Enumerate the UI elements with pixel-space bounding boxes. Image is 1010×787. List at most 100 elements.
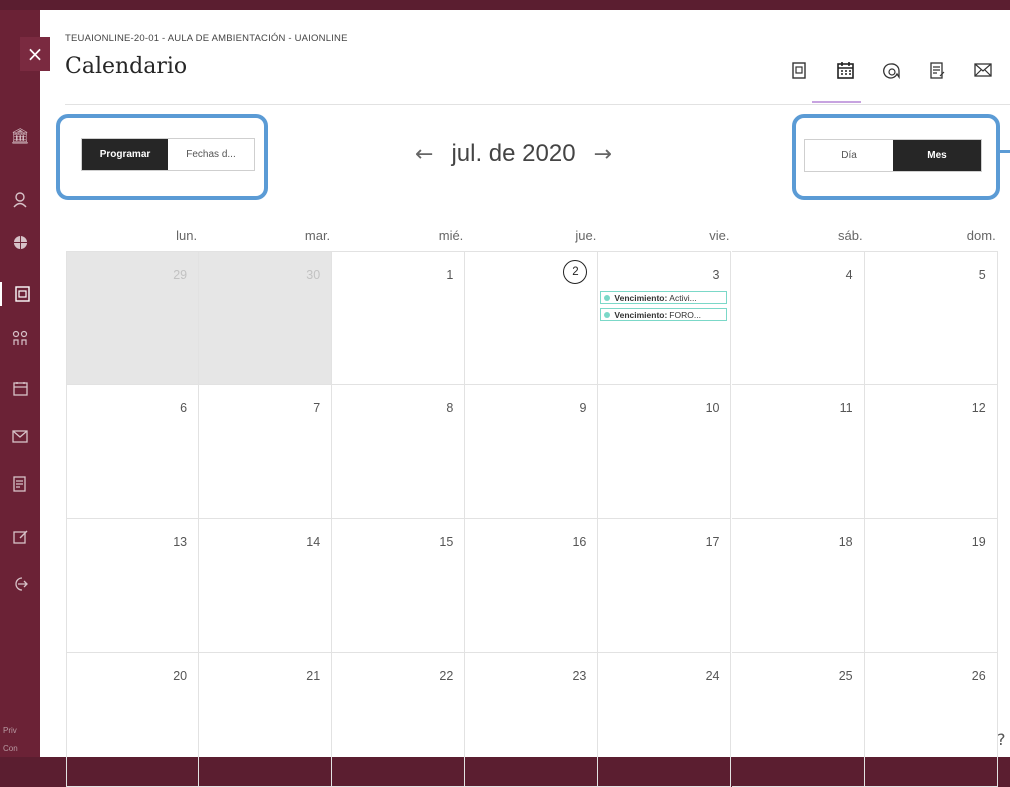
day-cell[interactable]: 22 xyxy=(332,653,466,787)
top-bar xyxy=(0,0,1010,10)
course-tools xyxy=(776,58,1006,82)
day-cell[interactable]: 1 xyxy=(332,251,466,385)
day-cell[interactable]: 19 xyxy=(864,519,998,653)
period-toggle: Día Mes xyxy=(804,139,982,172)
day-cell[interactable]: 17 xyxy=(598,519,732,653)
weekday-label: lun. xyxy=(176,228,198,243)
sign-out-icon[interactable] xyxy=(0,572,40,596)
schedule-option[interactable]: Programar xyxy=(82,139,168,170)
day-cell[interactable]: 11 xyxy=(731,385,865,519)
day-number: 23 xyxy=(572,669,587,683)
terms-link[interactable]: Con xyxy=(3,744,18,753)
institution-icon[interactable]: 🏛 xyxy=(0,124,40,148)
event-prefix: Vencimiento: xyxy=(614,292,668,303)
day-number: 30 xyxy=(306,268,321,282)
weekday-label: sáb. xyxy=(838,228,863,243)
grades-icon[interactable] xyxy=(0,472,40,496)
month-option[interactable]: Mes xyxy=(893,140,981,171)
day-cell[interactable]: 13 xyxy=(66,519,200,653)
day-number: 1 xyxy=(446,268,454,282)
discussions-icon[interactable] xyxy=(868,58,914,82)
calendar-event[interactable]: Vencimiento: Activi... xyxy=(600,291,728,304)
day-cell[interactable]: 23 xyxy=(465,653,599,787)
day-number: 8 xyxy=(446,401,454,415)
left-navigation: 🏛 Priv Con xyxy=(0,10,40,757)
calendar-panel: TEUAIONLINE-20-01 - AULA DE AMBIENTACIÓN… xyxy=(40,10,1010,787)
day-number: 12 xyxy=(971,401,986,415)
day-number: 21 xyxy=(306,669,321,683)
messages-icon[interactable] xyxy=(0,424,40,448)
day-number: 20 xyxy=(173,669,188,683)
close-button[interactable]: × xyxy=(20,37,50,71)
day-cell[interactable]: 7 xyxy=(199,385,333,519)
day-number: 10 xyxy=(705,401,720,415)
day-number: 24 xyxy=(705,669,720,683)
help-icon[interactable]: ? xyxy=(997,730,1006,749)
day-number: 13 xyxy=(173,535,188,549)
day-cell[interactable]: 29 xyxy=(66,251,200,385)
event-title: FORO... xyxy=(669,309,701,320)
weekday-label: jue. xyxy=(575,228,597,243)
calendar-event[interactable]: Vencimiento: FORO... xyxy=(600,308,728,321)
previous-month-button[interactable]: ← xyxy=(415,142,433,167)
active-tab-indicator xyxy=(812,101,861,103)
day-option[interactable]: Día xyxy=(805,140,893,171)
event-title: Activi... xyxy=(669,292,697,303)
organizations-icon[interactable] xyxy=(0,326,40,350)
courses-icon[interactable] xyxy=(0,282,42,306)
today-indicator: 2 xyxy=(563,260,588,284)
weekday-label: vie. xyxy=(709,228,730,243)
day-number: 3 xyxy=(712,268,720,282)
weekday-label: dom. xyxy=(966,228,996,243)
content-icon[interactable] xyxy=(776,58,822,82)
day-number: 4 xyxy=(845,268,853,282)
day-cell[interactable]: 3 Vencimiento: Activi... Vencimiento: FORO..… xyxy=(598,251,732,385)
user-icon[interactable] xyxy=(0,188,40,212)
course-name: TEUAIONLINE-20-01 - AULA DE AMBIENTACIÓN… xyxy=(65,33,348,44)
month-label: jul. de 2020 xyxy=(451,140,576,167)
day-number: 17 xyxy=(705,535,720,549)
day-number: 7 xyxy=(313,401,321,415)
day-number: 9 xyxy=(579,401,587,415)
day-cell[interactable]: 30 xyxy=(199,251,333,385)
next-month-button[interactable]: → xyxy=(594,142,612,167)
globe-icon[interactable] xyxy=(0,230,40,254)
day-cell[interactable]: 2 xyxy=(465,251,599,385)
day-cell[interactable]: 20 xyxy=(66,653,200,787)
header-divider xyxy=(65,104,1010,105)
day-cell[interactable]: 14 xyxy=(199,519,333,653)
privacy-link[interactable]: Priv xyxy=(3,726,17,735)
day-cell[interactable]: 6 xyxy=(66,385,200,519)
day-cell[interactable]: 15 xyxy=(332,519,466,653)
tools-icon[interactable] xyxy=(0,524,40,548)
day-cell[interactable]: 21 xyxy=(199,653,333,787)
day-cell[interactable]: 12 xyxy=(864,385,998,519)
day-number: 6 xyxy=(180,401,188,415)
day-number: 16 xyxy=(572,535,587,549)
day-number: 22 xyxy=(439,669,454,683)
day-cell[interactable]: 24 xyxy=(598,653,732,787)
day-cell[interactable]: 16 xyxy=(465,519,599,653)
due-dates-option[interactable]: Fechas d... xyxy=(168,139,254,170)
view-toggle: Programar Fechas d... xyxy=(81,138,255,171)
event-dot-icon xyxy=(604,311,611,318)
day-number: 5 xyxy=(978,268,986,282)
day-cell[interactable]: 5 xyxy=(864,251,998,385)
gradebook-icon[interactable] xyxy=(914,58,960,82)
day-cell[interactable]: 4 xyxy=(731,251,865,385)
day-cell[interactable]: 10 xyxy=(598,385,732,519)
calendar-icon[interactable] xyxy=(822,58,868,82)
day-cell[interactable]: 8 xyxy=(332,385,466,519)
day-cell[interactable]: 18 xyxy=(731,519,865,653)
day-cell[interactable]: 25 xyxy=(731,653,865,787)
day-number: 29 xyxy=(173,268,188,282)
calendar-icon[interactable] xyxy=(0,376,40,400)
day-number: 25 xyxy=(838,669,853,683)
day-cell[interactable]: 9 xyxy=(465,385,599,519)
month-navigation: ← jul. de 2020 → xyxy=(415,140,612,168)
event-dot-icon xyxy=(604,294,611,301)
event-prefix: Vencimiento: xyxy=(614,309,668,320)
day-number: 19 xyxy=(971,535,986,549)
day-cell[interactable]: 26 xyxy=(864,653,998,787)
messages-icon[interactable] xyxy=(960,58,1006,82)
